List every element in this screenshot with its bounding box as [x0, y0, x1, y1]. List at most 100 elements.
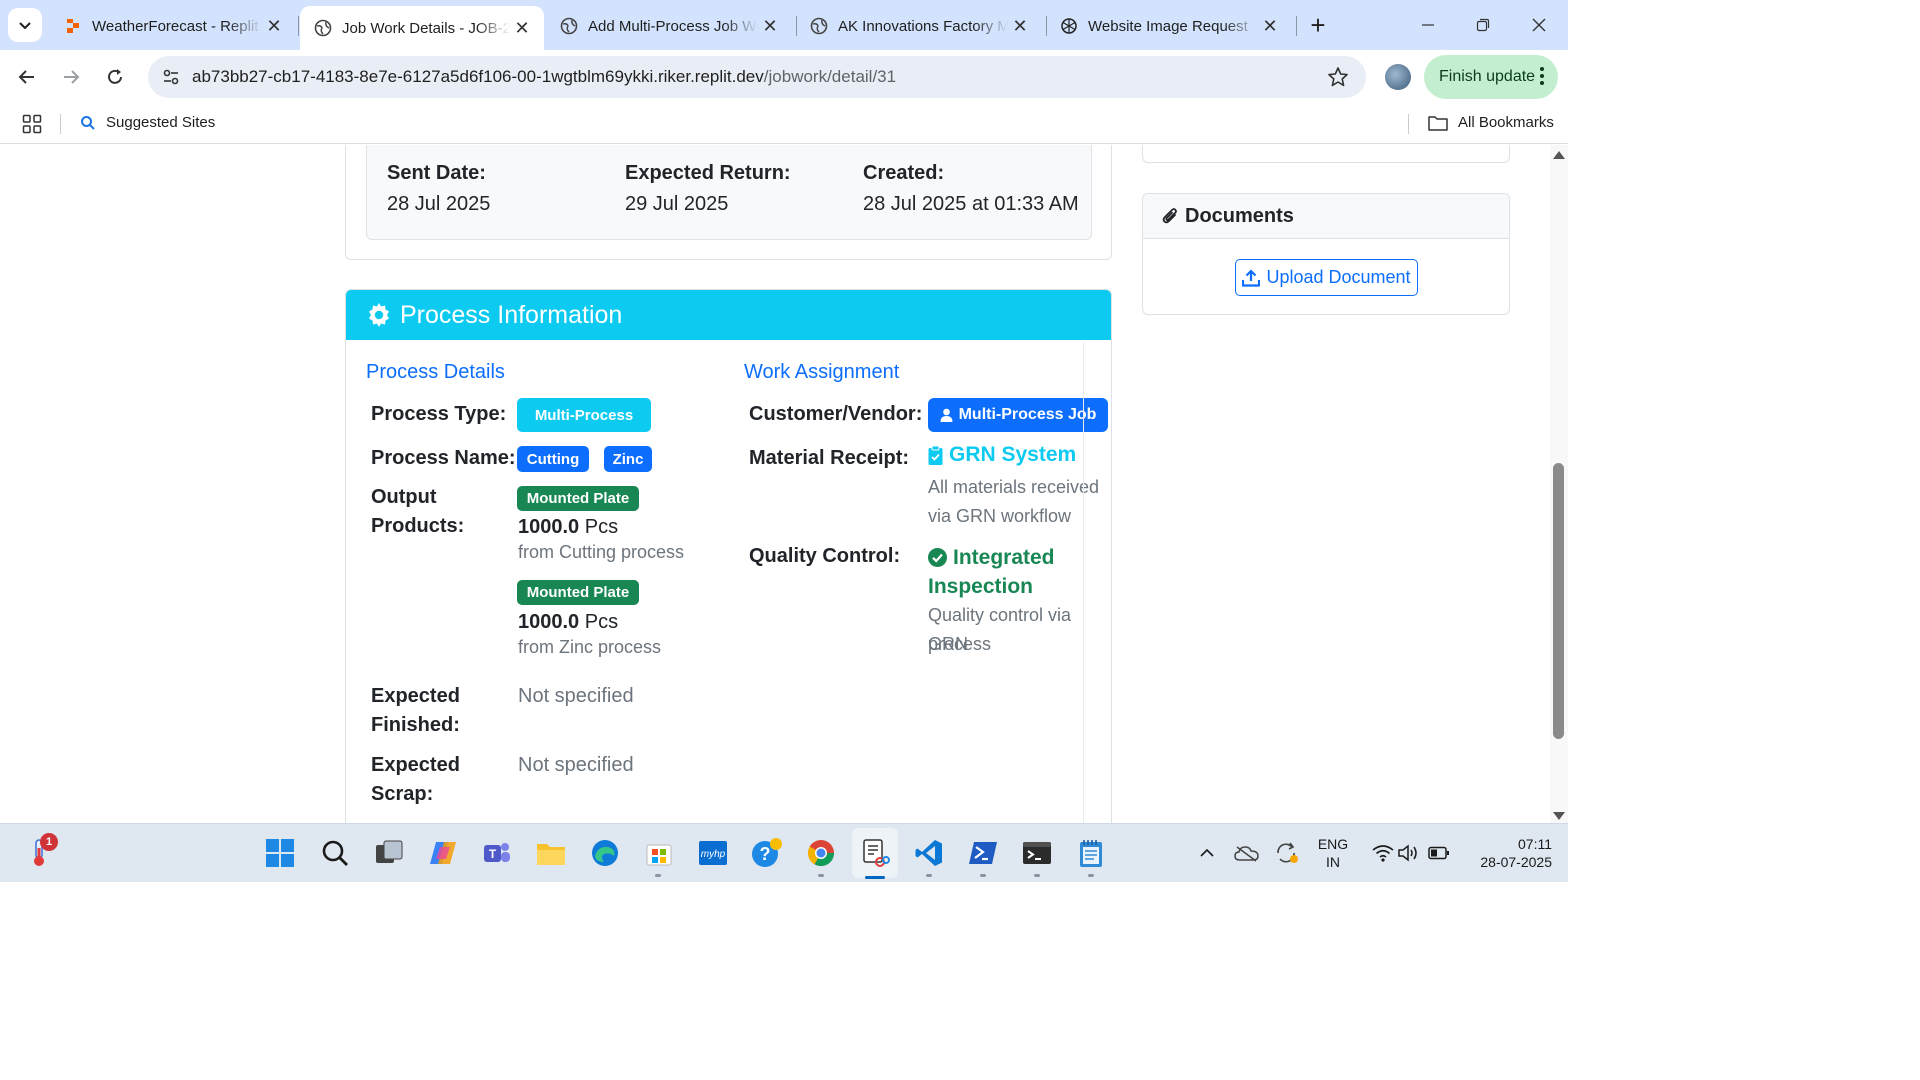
expected-return-label: Expected Return:	[625, 162, 791, 184]
expected-return-block: Expected Return: 29 Jul 2025	[625, 162, 791, 216]
restore-icon[interactable]	[1463, 8, 1503, 42]
running-indicator	[1034, 874, 1040, 877]
bookmark-star-icon[interactable]	[1326, 65, 1350, 89]
scroll-up-arrow-icon[interactable]	[1553, 151, 1565, 159]
windows-start-icon[interactable]	[263, 836, 297, 870]
running-indicator	[1088, 874, 1094, 877]
expected-return-value: 29 Jul 2025	[625, 193, 729, 215]
running-indicator	[655, 874, 661, 877]
close-icon[interactable]: ✕	[1008, 14, 1032, 38]
close-icon[interactable]: ✕	[1258, 14, 1282, 38]
tab-website-image-request[interactable]: Website Image Request ✕	[1046, 6, 1292, 46]
process-details-title: Process Details	[366, 361, 505, 383]
scroll-down-arrow-icon[interactable]	[1553, 812, 1565, 820]
more-vert-icon[interactable]	[1540, 67, 1546, 85]
onedrive-cloud-icon[interactable]	[1230, 836, 1264, 870]
input-language-indicator[interactable]: ENG IN	[1312, 835, 1354, 871]
site-settings-icon[interactable]	[160, 66, 182, 88]
grn-system-value: GRN System	[949, 443, 1077, 466]
windows-taskbar: 1 T myhp ? ENG IN 07:11 28-07-2025	[0, 823, 1568, 882]
teams-icon[interactable]: T	[480, 836, 514, 870]
svg-text:T: T	[489, 847, 497, 861]
bookmark-label: All Bookmarks	[1458, 114, 1554, 131]
tab-weatherforecast[interactable]: WeatherForecast - Replit ✕	[50, 6, 296, 46]
dates-box: Sent Date: 28 Jul 2025 Expected Return: …	[366, 145, 1092, 240]
process-information-card: Process Information Process Details Proc…	[345, 289, 1112, 823]
check-circle-icon	[928, 548, 947, 567]
terminal-icon[interactable]	[1020, 836, 1054, 870]
documents-card: Documents Upload Document	[1142, 193, 1510, 315]
receipt-note-line1: All materials received	[928, 477, 1100, 497]
documents-header: Documents	[1143, 194, 1509, 239]
quantity-unit: Pcs	[584, 516, 619, 538]
address-bar[interactable]: ab73bb27-cb17-4183-8e7e-6127a5d6f106-00-…	[148, 56, 1366, 98]
help-icon[interactable]: ?	[750, 836, 784, 870]
url-host: ab73bb27-cb17-4183-8e7e-6127a5d6f106-00-…	[192, 67, 764, 86]
snipping-tool-icon[interactable]	[858, 836, 892, 870]
chevron-down-icon	[19, 22, 31, 30]
expected-scrap-value: Not specified	[518, 754, 634, 776]
vscode-icon[interactable]	[912, 836, 946, 870]
reload-icon[interactable]	[100, 62, 130, 92]
upload-document-button[interactable]: Upload Document	[1235, 259, 1418, 296]
clock[interactable]: 07:11 28-07-2025	[1462, 835, 1552, 871]
bookmark-suggested-sites[interactable]: Suggested Sites	[80, 114, 215, 131]
sync-icon[interactable]	[1270, 836, 1304, 870]
myhp-icon[interactable]: myhp	[696, 836, 730, 870]
edge-browser-icon[interactable]	[588, 836, 622, 870]
qc-value-line2: Inspection	[928, 575, 1034, 598]
tab-add-multi-process[interactable]: Add Multi-Process Job Work ✕	[546, 6, 792, 46]
finish-update-label: Finish update	[1439, 68, 1536, 85]
bookmarks-bar: Suggested Sites All Bookmarks	[0, 104, 1568, 144]
clock-time: 07:11	[1518, 836, 1552, 852]
notepad-icon[interactable]	[1074, 836, 1108, 870]
profile-avatar[interactable]	[1385, 64, 1411, 90]
url-text[interactable]: ab73bb27-cb17-4183-8e7e-6127a5d6f106-00-…	[192, 67, 896, 87]
tab-search-button[interactable]	[8, 8, 42, 42]
show-hidden-icons-chevron-icon[interactable]	[1190, 836, 1224, 870]
tab-ak-innovations[interactable]: AK Innovations Factory Manager ✕	[796, 6, 1042, 46]
tab-job-work-details[interactable]: Job Work Details - JOB-2025 ✕	[300, 6, 544, 50]
window-close-icon[interactable]	[1519, 8, 1559, 42]
task-view-icon[interactable]	[372, 836, 406, 870]
page-scrollbar[interactable]	[1550, 145, 1568, 823]
microsoft-store-icon[interactable]	[642, 836, 676, 870]
all-bookmarks-button[interactable]: All Bookmarks	[1428, 114, 1554, 131]
upload-document-label: Upload Document	[1266, 267, 1411, 287]
close-icon[interactable]: ✕	[758, 14, 782, 38]
svg-text:myhp: myhp	[701, 849, 726, 860]
replit-icon	[64, 17, 82, 35]
bookmark-label: Suggested Sites	[106, 114, 216, 131]
new-tab-button[interactable]: +	[1304, 12, 1332, 40]
search-icon[interactable]	[318, 836, 352, 870]
created-label: Created:	[863, 162, 945, 184]
battery-icon[interactable]	[1422, 836, 1456, 870]
powershell-icon[interactable]	[966, 836, 1000, 870]
close-icon[interactable]: ✕	[262, 14, 286, 38]
finish-update-button[interactable]: Finish update	[1424, 55, 1558, 99]
back-icon[interactable]	[12, 62, 42, 92]
forward-icon[interactable]	[56, 62, 86, 92]
customer-vendor-value: Multi-Process Job	[958, 406, 1097, 423]
customer-vendor-label: Customer/Vendor:	[749, 403, 923, 425]
minimize-icon[interactable]	[1408, 8, 1448, 42]
expected-finished-label-line1: Expected	[371, 685, 460, 707]
expected-scrap-label-line1: Expected	[371, 754, 460, 776]
globe-icon	[560, 17, 578, 35]
upload-icon	[1242, 268, 1261, 287]
customer-vendor-badge[interactable]: Multi-Process Job	[928, 398, 1108, 432]
close-icon[interactable]: ✕	[510, 16, 534, 40]
sent-date-value: 28 Jul 2025	[387, 193, 491, 215]
apps-grid-icon[interactable]	[22, 114, 42, 134]
file-explorer-icon[interactable]	[534, 836, 568, 870]
copilot-icon[interactable]	[426, 836, 460, 870]
volume-icon[interactable]	[1392, 836, 1426, 870]
chrome-icon[interactable]	[804, 836, 838, 870]
paperclip-icon	[1162, 208, 1177, 224]
expected-finished-value: Not specified	[518, 685, 634, 707]
scrollbar-thumb[interactable]	[1553, 463, 1564, 739]
process-name-badge-cutting: Cutting	[517, 446, 589, 472]
running-indicator	[980, 874, 986, 877]
output-products-label-line2: Products:	[371, 515, 465, 537]
region-code: IN	[1326, 854, 1340, 870]
